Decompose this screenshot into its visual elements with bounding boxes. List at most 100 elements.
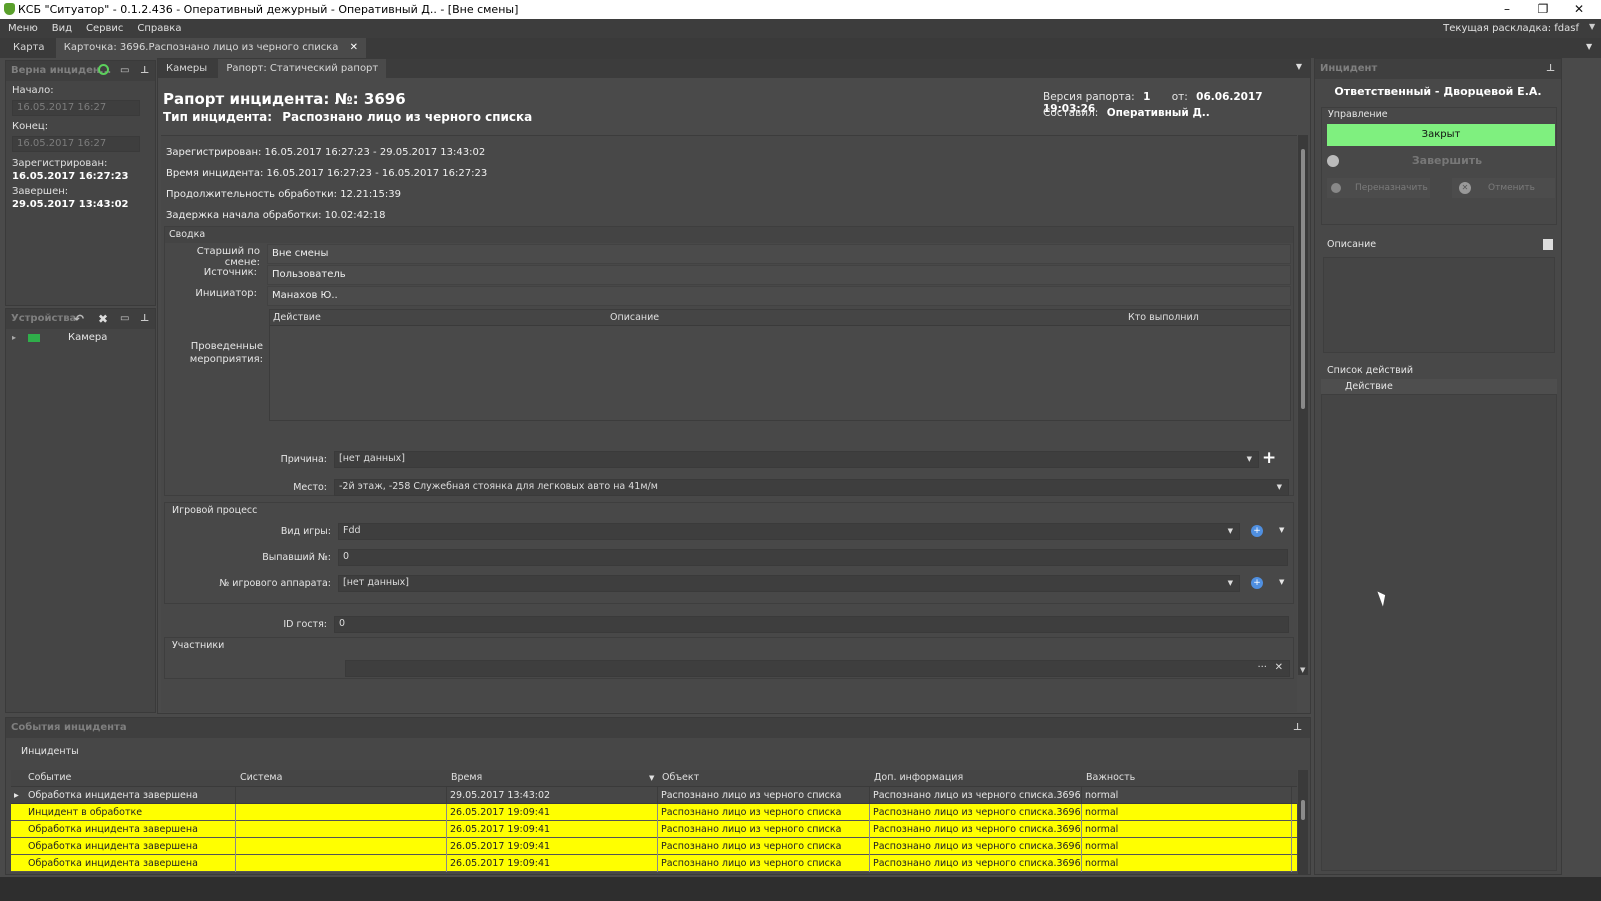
clear-icon[interactable]: ✕ (1275, 661, 1283, 675)
col-info[interactable]: Доп. информация (874, 770, 963, 786)
report-scrollbar[interactable] (1298, 135, 1308, 675)
float-panel-icon[interactable]: ▭ (120, 309, 129, 329)
col-action[interactable]: Действие (273, 310, 321, 326)
col-object[interactable]: Объект (662, 770, 699, 786)
events-grid[interactable]: Событие Система Время ▼ Объект Доп. инфо… (11, 770, 1297, 874)
participants-input[interactable]: ··· ✕ (345, 660, 1290, 677)
game-type-menu-icon[interactable]: ▼ (1279, 526, 1284, 534)
pin-icon[interactable]: ⊥ (140, 309, 149, 329)
add-game-type-icon[interactable]: + (1251, 525, 1263, 537)
win-number-input[interactable]: 0 (338, 549, 1288, 566)
cell-system (236, 804, 447, 821)
scroll-down-icon[interactable]: ▼ (1300, 666, 1305, 674)
table-row[interactable]: Обработка инцидента завершена 26.05.2017 … (11, 838, 1297, 855)
machine-menu-icon[interactable]: ▼ (1279, 578, 1284, 586)
events-subtab[interactable]: Инциденты (6, 738, 1310, 765)
row-indicator[interactable] (11, 821, 25, 838)
menu-item-help[interactable]: Справка (137, 23, 181, 34)
table-row[interactable]: Обработка инцидента завершена 26.05.2017 … (11, 855, 1297, 872)
subtabs-dropdown-icon[interactable]: ▼ (1296, 62, 1302, 71)
menu-item-view[interactable]: Вид (52, 23, 72, 34)
pin-icon[interactable]: ⊥ (140, 61, 149, 81)
chevron-down-icon[interactable]: ▼ (1247, 452, 1252, 466)
sort-desc-icon[interactable]: ▼ (649, 770, 654, 786)
pin-icon[interactable]: ⊥ (1546, 59, 1555, 79)
device-tree-item[interactable]: ▸ Камера (6, 329, 155, 347)
layout-selector[interactable]: Текущая раскладка: fdasf (1443, 19, 1579, 38)
events-scrollbar[interactable] (1298, 770, 1308, 874)
menu-item-service[interactable]: Сервис (86, 23, 123, 34)
add-machine-icon[interactable]: + (1251, 577, 1263, 589)
chevron-down-icon[interactable]: ▼ (1277, 480, 1282, 494)
senior-value: Вне смены (272, 248, 329, 259)
more-icon[interactable]: ··· (1257, 661, 1267, 675)
actions-grid[interactable]: Действие Описание Кто выполнил (269, 309, 1291, 421)
pin-icon[interactable]: ⊥ (1293, 718, 1302, 738)
end-date-input[interactable]: 16.05.2017 16:27 (12, 136, 140, 152)
expand-arrow-icon[interactable]: ▸ (12, 329, 16, 347)
events-scrollbar-thumb[interactable] (1301, 800, 1305, 820)
col-importance[interactable]: Важность (1086, 770, 1135, 786)
description-text-area[interactable] (1323, 257, 1555, 353)
table-row[interactable]: ▸ Обработка инцидента завершена 29.05.2017… (11, 787, 1297, 804)
col-system[interactable]: Система (240, 770, 282, 786)
closed-button[interactable]: Закрыт (1327, 124, 1555, 146)
devices-panel-header: Устройства ↶ ✖ ▭ ⊥ (6, 309, 155, 329)
edit-description-icon[interactable] (1543, 239, 1553, 250)
guest-id-input[interactable]: 0 (334, 616, 1289, 633)
finish-button[interactable]: Завершить (1342, 151, 1552, 171)
start-label: Начало: (12, 85, 54, 96)
close-tab-icon[interactable]: ✕ (350, 42, 358, 53)
menu-item-menu[interactable]: Меню (8, 23, 38, 34)
undo-icon[interactable]: ↶ (74, 309, 84, 329)
delete-icon[interactable]: ✖ (98, 309, 108, 329)
row-indicator[interactable] (11, 838, 25, 855)
win-number-label: Выпавший №: (262, 552, 331, 563)
machine-select[interactable]: [нет данных] ▼ (338, 575, 1240, 592)
report-stats: Зарегистрирован: 16.05.2017 16:27:23 - 2… (166, 142, 487, 226)
tab-card[interactable]: Карточка: 3696.Распознано лицо из черног… (55, 38, 367, 58)
game-type-select[interactable]: Fdd ▼ (338, 523, 1240, 540)
row-indicator[interactable] (11, 804, 25, 821)
cell-event: Обработка инцидента завершена (25, 787, 236, 804)
minimize-button[interactable]: – (1489, 0, 1525, 19)
expand-row-icon[interactable]: ▸ (11, 787, 25, 804)
cell-event: Обработка инцидента завершена (25, 821, 236, 838)
restore-button[interactable]: ❐ (1525, 0, 1561, 19)
cell-object: Распознано лицо из черного списка (658, 838, 870, 855)
row-indicator[interactable] (11, 855, 25, 872)
place-select[interactable]: -2й этаж, -258 Служебная стоянка для лег… (334, 479, 1289, 496)
machine-label: № игрового аппарата: (219, 578, 331, 589)
col-who[interactable]: Кто выполнил (1128, 310, 1199, 326)
guest-id-value: 0 (339, 618, 346, 629)
col-time[interactable]: Время (451, 770, 482, 786)
source-field: Пользователь (267, 265, 1291, 285)
chevron-down-icon[interactable]: ▼ (1228, 576, 1233, 590)
table-row[interactable]: Инцидент в обработке 26.05.2017 19:09:41 Р… (11, 804, 1297, 821)
close-window-button[interactable]: ✕ (1561, 0, 1597, 19)
cell-event: Инцидент в обработке (25, 804, 236, 821)
tab-map[interactable]: Карта (5, 38, 53, 58)
table-row[interactable]: Обработка инцидента завершена 26.05.2017 … (11, 821, 1297, 838)
layout-chevron-down-icon[interactable]: ▼ (1589, 22, 1595, 31)
reassign-button[interactable]: Переназначить (1327, 178, 1430, 198)
chevron-down-icon[interactable]: ▼ (1228, 524, 1233, 538)
tab-report[interactable]: Рапорт: Статический рапорт (218, 59, 387, 78)
tabs-dropdown-icon[interactable]: ▼ (1586, 42, 1592, 51)
actions-list-body[interactable] (1321, 394, 1557, 871)
cell-object: Распознано лицо из черного списка (658, 821, 870, 838)
report-scrollbar-thumb[interactable] (1301, 149, 1305, 409)
add-reason-icon[interactable]: + (1262, 448, 1276, 468)
reason-select[interactable]: [нет данных] ▼ (334, 451, 1259, 468)
float-panel-icon[interactable]: ▭ (120, 61, 129, 81)
cell-object: Распознано лицо из черного списка (658, 804, 870, 821)
col-event[interactable]: Событие (28, 770, 71, 786)
end-date-value: 16.05.2017 16:27 (17, 138, 107, 149)
start-date-input[interactable]: 16.05.2017 16:27 (12, 100, 140, 116)
refresh-icon[interactable] (98, 64, 109, 75)
reassign-label: Переназначить (1355, 183, 1428, 193)
actions-list-column[interactable]: Действие (1321, 379, 1557, 394)
status-bar (0, 877, 1601, 901)
col-description[interactable]: Описание (610, 310, 659, 326)
tab-cameras[interactable]: Камеры (158, 59, 215, 78)
